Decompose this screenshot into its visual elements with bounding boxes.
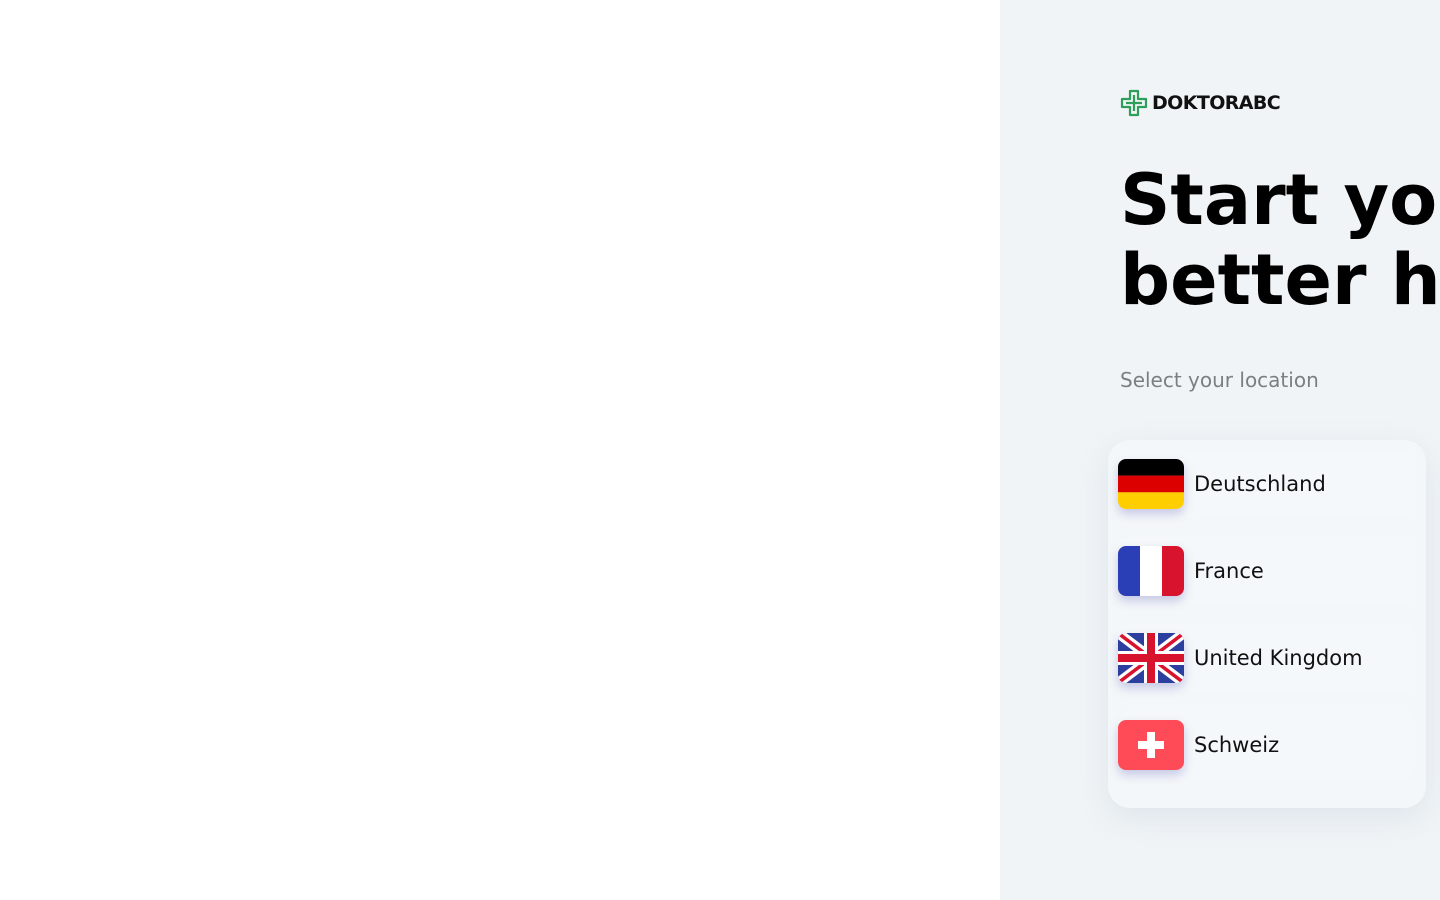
france-flag-icon [1118,546,1184,596]
location-label: France [1194,559,1264,583]
headline-line-2: better h [1120,239,1440,321]
right-panel: DOKTORABC Start yo better h Select your … [1000,0,1440,900]
brand-name: DOKTORABC [1152,92,1281,114]
location-option-united-kingdom[interactable]: United Kingdom [1118,624,1416,692]
location-option-schweiz[interactable]: Schweiz [1118,711,1416,779]
location-subtitle: Select your location [1120,368,1319,392]
location-label: Schweiz [1194,733,1280,757]
location-label: United Kingdom [1194,646,1363,670]
germany-flag-icon [1118,459,1184,509]
headline-line-1: Start yo [1120,159,1438,241]
hero-headline: Start yo better h [1120,160,1440,320]
uk-flag-icon [1118,633,1184,683]
location-label: Deutschland [1194,472,1326,496]
medical-cross-logo-icon [1120,89,1148,117]
brand-logo[interactable]: DOKTORABC [1120,89,1281,117]
location-option-france[interactable]: France [1118,537,1416,605]
left-panel [0,0,1000,900]
switzerland-flag-icon [1118,720,1184,770]
location-option-deutschland[interactable]: Deutschland [1118,450,1416,518]
location-list: Deutschland France United Kingdom Schwei… [1108,440,1426,808]
